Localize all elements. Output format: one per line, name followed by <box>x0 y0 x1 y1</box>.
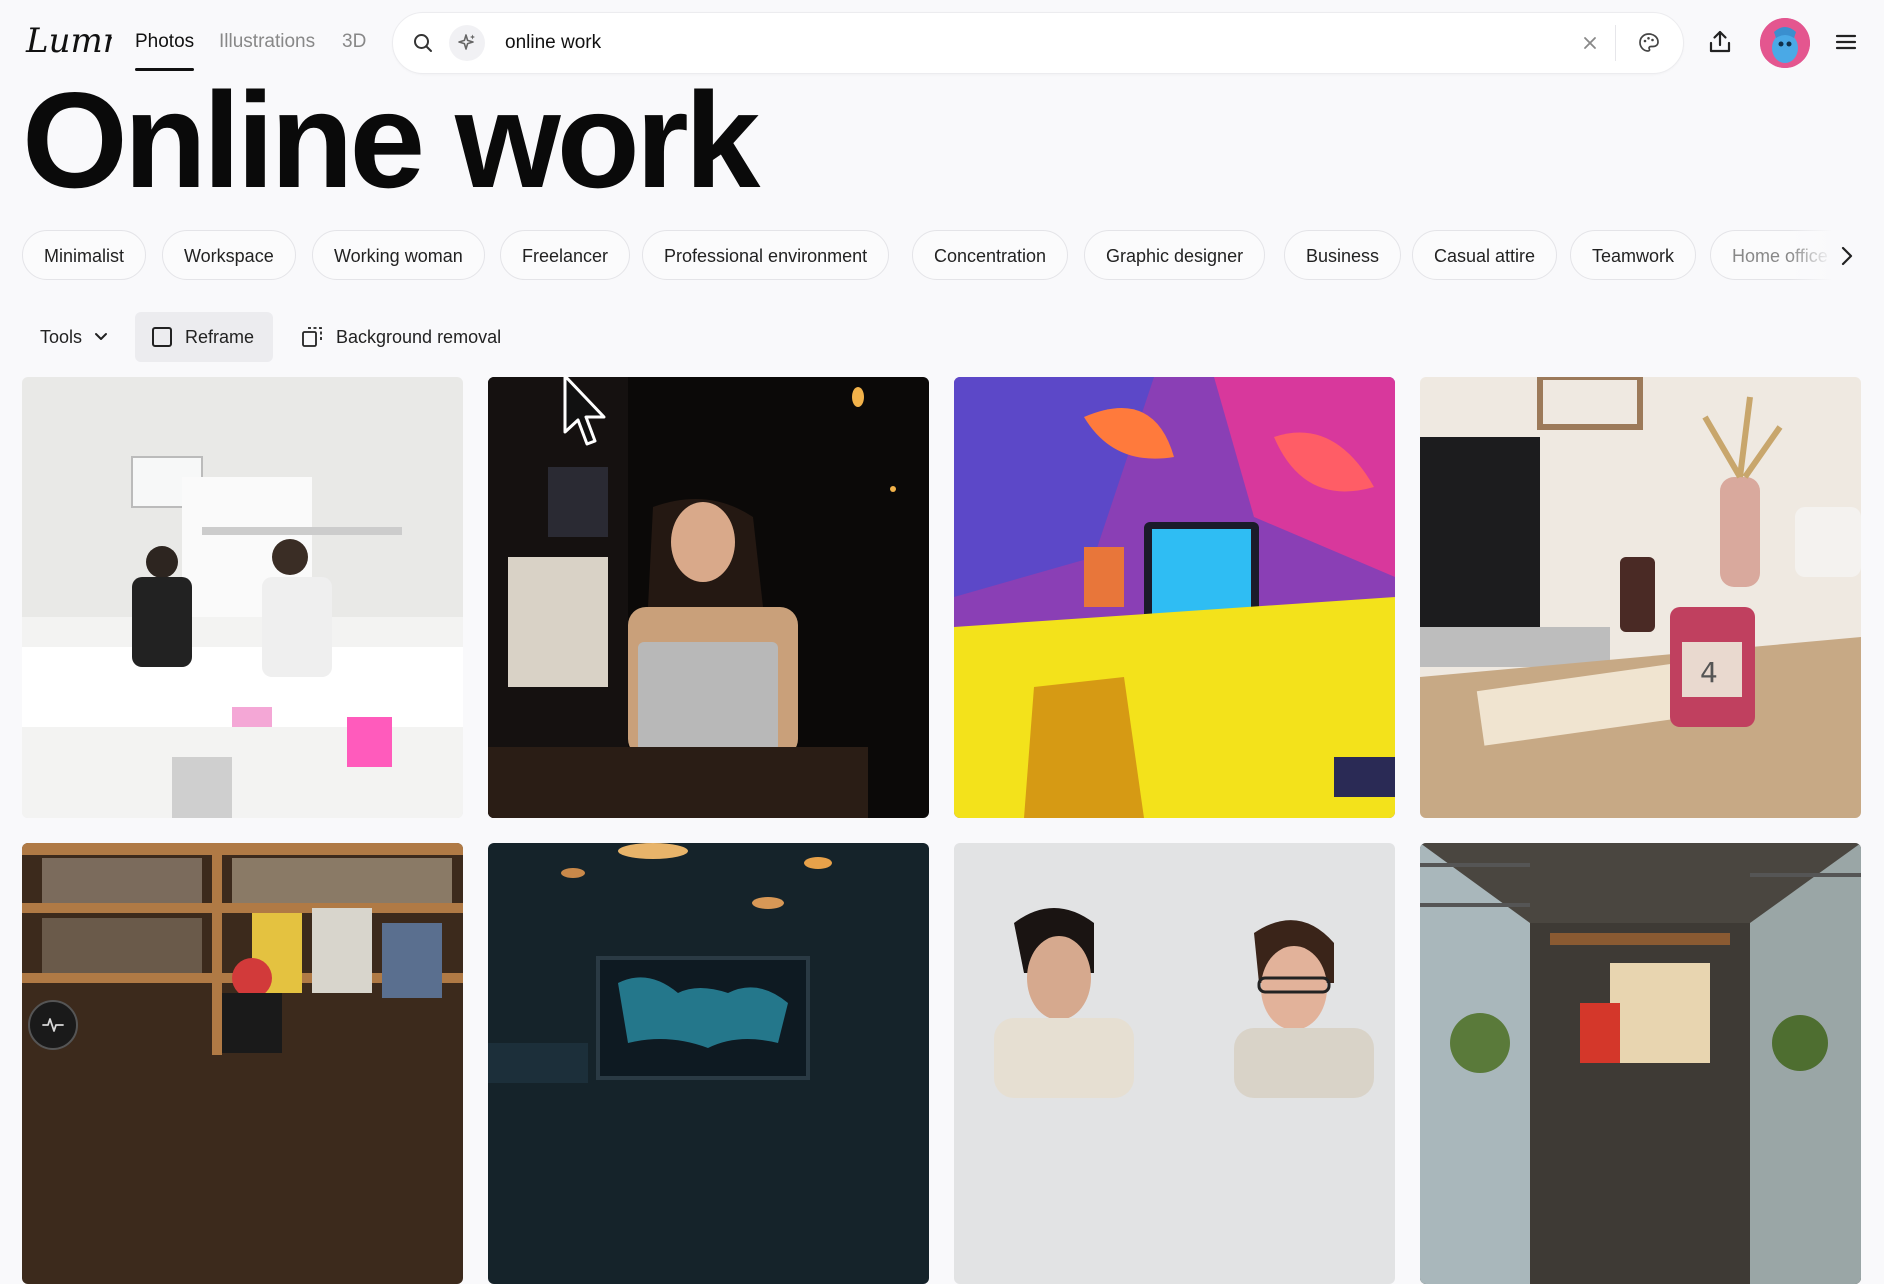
search-input[interactable]: online work <box>505 32 601 54</box>
tag-chip-teamwork[interactable]: Teamwork <box>1570 230 1697 280</box>
background-removal-button[interactable]: Background removal <box>296 312 536 362</box>
tab-photos[interactable]: Photos <box>135 28 195 71</box>
tag-chip-graphic-designer[interactable]: Graphic designer <box>1084 230 1266 280</box>
square-icon <box>151 326 173 348</box>
menu-icon[interactable] <box>1832 28 1860 56</box>
image-card-home-office-candle[interactable]: 4 <box>1420 377 1861 818</box>
upload-icon[interactable] <box>1704 24 1736 60</box>
tag-chip-minimalist[interactable]: Minimalist <box>22 230 147 280</box>
close-icon[interactable] <box>1578 31 1602 55</box>
tag-chip-casual-attire[interactable]: Casual attire <box>1412 230 1558 280</box>
tag-chip-business[interactable]: Business <box>1284 230 1402 280</box>
tag-chip-freelancer[interactable]: Freelancer <box>500 230 631 280</box>
background-removal-icon <box>300 325 324 349</box>
search-icon[interactable] <box>405 25 441 61</box>
image-card-comic-shop[interactable] <box>22 843 463 1284</box>
tag-chip-professional-environment[interactable]: Professional environment <box>642 230 890 280</box>
avatar[interactable] <box>1760 18 1810 68</box>
mouse-cursor-icon <box>563 374 606 446</box>
search-divider <box>1615 25 1616 61</box>
chevron-down-icon <box>94 332 108 342</box>
image-card-industrial-office[interactable] <box>1420 843 1861 1284</box>
image-card-kitchen-workspace[interactable] <box>22 377 463 818</box>
image-card-dark-world-map-laptop[interactable] <box>488 843 929 1284</box>
image-card-colorful-desk[interactable] <box>954 377 1395 818</box>
reframe-label: Reframe <box>185 326 255 347</box>
chevron-right-icon[interactable] <box>1836 244 1858 268</box>
sparkle-icon[interactable] <box>449 25 485 61</box>
svg-text:4: 4 <box>1700 656 1718 689</box>
tab-illustrations[interactable]: Illustrations <box>219 28 315 68</box>
image-card-two-men-working[interactable] <box>954 843 1395 1284</box>
page-title: Online work <box>22 64 760 216</box>
image-card-woman-laptop[interactable] <box>488 377 929 818</box>
activity-icon[interactable] <box>28 1000 78 1050</box>
reframe-button[interactable]: Reframe <box>135 312 273 362</box>
svg-text:Lummi: Lummi <box>25 21 112 61</box>
tools-label: Tools <box>40 326 83 347</box>
lummi-logo[interactable]: Lummi <box>24 16 112 66</box>
tag-chip-workspace[interactable]: Workspace <box>162 230 296 280</box>
palette-icon[interactable] <box>1633 27 1665 59</box>
tab-3d[interactable]: 3D <box>342 28 366 68</box>
tools-dropdown[interactable]: Tools <box>26 312 126 362</box>
related-tags-bar: Minimalist Workspace Working woman Freel… <box>22 230 1862 282</box>
background-removal-label: Background removal <box>336 326 502 347</box>
tag-chip-working-woman[interactable]: Working woman <box>312 230 485 280</box>
tag-chip-concentration[interactable]: Concentration <box>912 230 1069 280</box>
